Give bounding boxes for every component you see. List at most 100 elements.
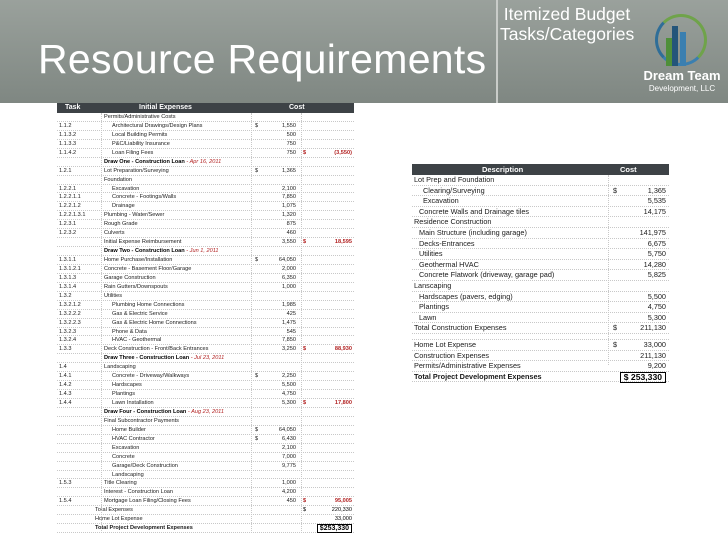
expense-label: Hardscapes — [112, 382, 142, 389]
expense-label: Culverts — [104, 230, 125, 237]
subtotal-cell: 17,800 — [334, 400, 352, 406]
table-body: Lot Prep and Foundation Clearing/Surveyin… — [412, 175, 669, 383]
category-summary-table: Description Cost Lot Prep and Foundation… — [412, 164, 669, 383]
table-row: Clearing/Surveying $1,365 — [412, 186, 669, 197]
cost-cell: 5,825 — [647, 270, 666, 280]
description-cell: Geothermal HVAC — [419, 259, 479, 269]
currency-symbol: $ — [303, 400, 307, 406]
summary-row: Home Lot Expense $33,000 — [412, 340, 669, 351]
expense-label: Concrete - Driveway/Walkways — [112, 373, 190, 380]
task-id: 1.4.4 — [59, 400, 72, 406]
currency-symbol: $ — [613, 323, 618, 333]
expense-label: Final Subcontractor Payments — [104, 417, 179, 424]
header-initial-expenses: Initial Expenses — [139, 104, 192, 111]
amount-cell: 450 — [286, 498, 296, 505]
amount-cell: 1,000 — [282, 283, 296, 290]
expense-label: Rain Gutters/Downspouts — [104, 283, 168, 290]
amount-cell: 1,475 — [282, 319, 296, 326]
header-divider — [496, 0, 498, 103]
draw-label: Draw Three - Construction Loan — [104, 355, 190, 362]
amount-cell: 7,850 — [282, 194, 296, 201]
draw-label: Draw Four - Construction Loan — [104, 408, 187, 415]
header-cost: Cost — [289, 104, 305, 111]
amount-cell: 875 — [286, 221, 296, 228]
cost-cell: 1,365 — [647, 185, 666, 195]
currency-symbol: $ — [255, 435, 259, 442]
building-icon — [680, 32, 686, 66]
summary-label: Home Lot Expense — [95, 516, 143, 523]
expense-label: Draw One - Construction Loan - Apr 16, 2… — [104, 158, 221, 167]
summary-amount: 33,000 — [643, 339, 666, 349]
amount-cell: 64,050 — [278, 426, 296, 433]
expense-label: HVAC Contractor — [112, 435, 155, 442]
summary-amount: 33,000 — [334, 516, 352, 523]
expense-label: Home Purchase/Installation — [104, 257, 173, 263]
expense-label: Loan Filing Fees — [112, 149, 154, 156]
task-id: 1.3.2 — [59, 292, 72, 299]
description-cell: Residence Construction — [414, 217, 492, 227]
table-header: Task Initial Expenses Cost — [57, 103, 354, 113]
description-cell: Lot Prep and Foundation — [414, 175, 495, 184]
amount-cell: 7,850 — [282, 337, 296, 344]
cost-cell: 211,130 — [640, 323, 666, 333]
expense-label: Plantings — [112, 391, 136, 398]
amount-cell: 3,250 — [282, 346, 296, 353]
table-row: Utilities 5,750 — [412, 249, 669, 260]
task-id: 1.3.1.3 — [59, 274, 77, 281]
amount-cell: 750 — [286, 149, 296, 156]
task-id: 1.5.4 — [59, 498, 72, 505]
expense-label: Home Builder — [112, 426, 146, 433]
expense-label: Mortgage Loan Filing/Closing Fees — [104, 498, 191, 505]
currency-symbol: $ — [255, 426, 259, 433]
task-id: 1.2.2.1.2 — [59, 203, 81, 210]
header-cost: Cost — [620, 165, 637, 174]
expense-label: Plumbing - Water/Sewer — [104, 212, 165, 219]
table-row: Concrete Walls and Drainage tiles 14,175 — [412, 207, 669, 218]
amount-cell: 500 — [286, 131, 296, 138]
amount-cell: 4,200 — [282, 489, 296, 496]
expense-label: Landscaping — [112, 471, 144, 478]
amount-cell: 1,075 — [282, 203, 296, 210]
task-id: 1.1.2 — [59, 122, 72, 129]
expense-label: P&C/Liability Insurance — [112, 140, 170, 147]
summary-label: Total Project Development Expenses — [95, 525, 193, 532]
description-cell: Main Structure (including garage) — [419, 227, 527, 237]
currency-symbol: $ — [303, 149, 307, 156]
task-id: 1.2.3.1 — [59, 221, 77, 228]
amount-cell: 2,000 — [282, 265, 296, 272]
expense-label: Drainage — [112, 203, 135, 210]
amount-cell: 1,985 — [282, 301, 296, 308]
summary-amount: 9,200 — [647, 361, 666, 371]
subtotal-cell: 88,930 — [334, 346, 352, 353]
currency-symbol: $ — [303, 498, 307, 505]
amount-cell: 3,550 — [282, 239, 296, 246]
expense-label: Foundation — [104, 176, 132, 183]
expense-label: Garage Construction — [104, 274, 156, 281]
building-icon — [666, 38, 672, 66]
task-id: 1.5.3 — [59, 480, 72, 487]
task-id: 1.3.1.2.1 — [59, 265, 81, 272]
currency-symbol: $ — [613, 339, 618, 349]
task-id: 1.2.2.1 — [59, 185, 77, 192]
table-row: Plantings 4,750 — [412, 302, 669, 313]
category-row: Lanscaping — [412, 281, 669, 292]
task-id: 1.3.2.1.2 — [59, 301, 81, 308]
cost-cell: 5,535 — [647, 196, 666, 206]
expense-label: HVAC - Geothermal — [112, 337, 162, 344]
table-row: Lawn 5,300 — [412, 313, 669, 324]
cost-cell: 5,500 — [647, 291, 666, 301]
amount-cell: 6,350 — [282, 274, 296, 281]
amount-cell: 1,365 — [282, 167, 296, 174]
task-id: 1.3.1.4 — [59, 283, 77, 290]
table-row: Geothermal HVAC 14,280 — [412, 260, 669, 271]
subtotal-cell: 18,595 — [334, 239, 352, 246]
task-id: 1.2.2.1.1 — [59, 194, 81, 201]
amount-cell: 4,750 — [282, 391, 296, 398]
expense-label: Excavation — [112, 185, 140, 192]
page-title: Resource Requirements — [38, 36, 487, 82]
amount-cell: 5,500 — [282, 382, 296, 389]
expense-label: Permits/Administrative Costs — [104, 114, 176, 120]
amount-cell: 2,250 — [282, 373, 296, 380]
expense-label: Concrete — [112, 453, 135, 460]
subtitle: Itemized Budget Tasks/Categories — [500, 4, 635, 44]
